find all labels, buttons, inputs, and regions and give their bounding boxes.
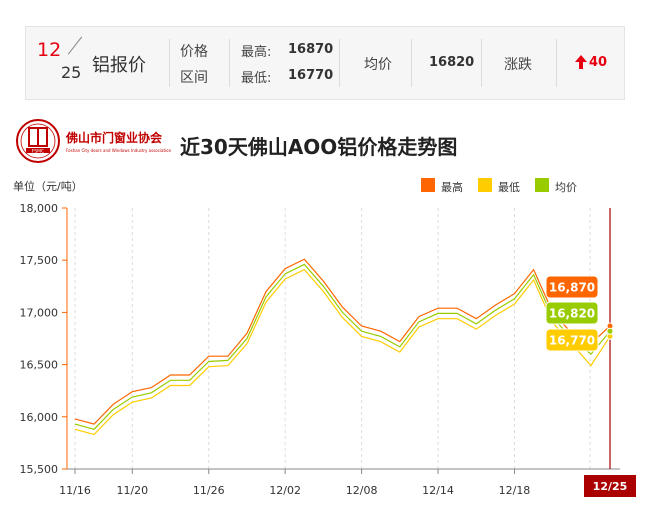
divider — [339, 39, 340, 87]
legend-swatch-low — [478, 178, 492, 192]
high-label: 最高: — [241, 45, 272, 60]
x-tick-label: 12/02 — [269, 484, 301, 497]
svg-text:FSMC: FSMC — [32, 148, 44, 154]
change-value: 40 — [589, 55, 608, 70]
y-tick-label: 16,500 — [20, 359, 59, 372]
x-tick-label: 11/26 — [193, 484, 225, 497]
price-range-label-2: 区间 — [180, 70, 208, 86]
value-callout-text-high: 16,870 — [549, 281, 595, 295]
divider — [169, 39, 170, 87]
low-value: 16770 — [288, 68, 334, 83]
legend-swatch-avg — [535, 178, 549, 192]
endpoint-marker-avg — [606, 327, 614, 335]
y-tick-label: 16,000 — [20, 411, 59, 424]
divider — [411, 39, 412, 87]
highlight-date-label: 12/25 — [593, 480, 628, 493]
avg-value: 16820 — [429, 55, 475, 70]
price-summary-bar: 12 25 铝报价 价格 区间 最高: 16870 最低: 16770 均价 1… — [25, 26, 625, 100]
y-axis-unit-label: 单位（元/吨） — [13, 180, 83, 193]
series-line-low — [74, 268, 611, 436]
x-tick-label: 11/16 — [59, 484, 91, 497]
chart-title: 近30天佛山AOO铝价格走势图 — [180, 135, 458, 159]
value-callout-text-avg: 16,820 — [549, 307, 595, 321]
date-month: 12 — [37, 39, 62, 61]
y-tick-label: 18,000 — [20, 202, 59, 215]
legend-swatch-high — [421, 178, 435, 192]
up-arrow-icon — [575, 55, 587, 69]
value-callout-text-low: 16,770 — [549, 334, 595, 348]
y-tick-label: 17,000 — [20, 306, 59, 319]
change-label: 涨跌 — [504, 57, 532, 73]
x-tick-label: 12/18 — [499, 484, 531, 497]
low-label: 最低: — [241, 71, 272, 86]
legend-label-avg: 均价 — [555, 181, 577, 194]
date-day: 25 — [61, 63, 82, 82]
x-tick-label: 12/08 — [346, 484, 378, 497]
price-trend-chart[interactable]: 15,500 16,000 16,500 17,000 17,500 18,000 11/1… — [0, 195, 648, 528]
association-subtitle: Foshan City doors and Windows Industry a… — [66, 148, 172, 153]
price-range-label-1: 价格 — [180, 44, 208, 60]
divider — [229, 39, 230, 87]
divider — [481, 39, 482, 87]
high-value: 16870 — [288, 42, 334, 57]
legend-label-high: 最高 — [441, 181, 463, 194]
date-divider — [67, 36, 83, 55]
divider — [556, 39, 557, 87]
y-tick-label: 17,500 — [20, 254, 59, 267]
x-tick-label: 11/20 — [116, 484, 148, 497]
product-name: 铝报价 — [92, 55, 146, 76]
avg-label: 均价 — [364, 57, 392, 73]
y-tick-label: 15,500 — [20, 463, 59, 476]
association-logo: FSMC — [16, 119, 60, 163]
association-name: 佛山市门窗业协会 — [66, 131, 163, 145]
legend-label-low: 最低 — [498, 181, 520, 194]
x-tick-label: 12/14 — [422, 484, 454, 497]
series-line-avg — [74, 263, 611, 430]
